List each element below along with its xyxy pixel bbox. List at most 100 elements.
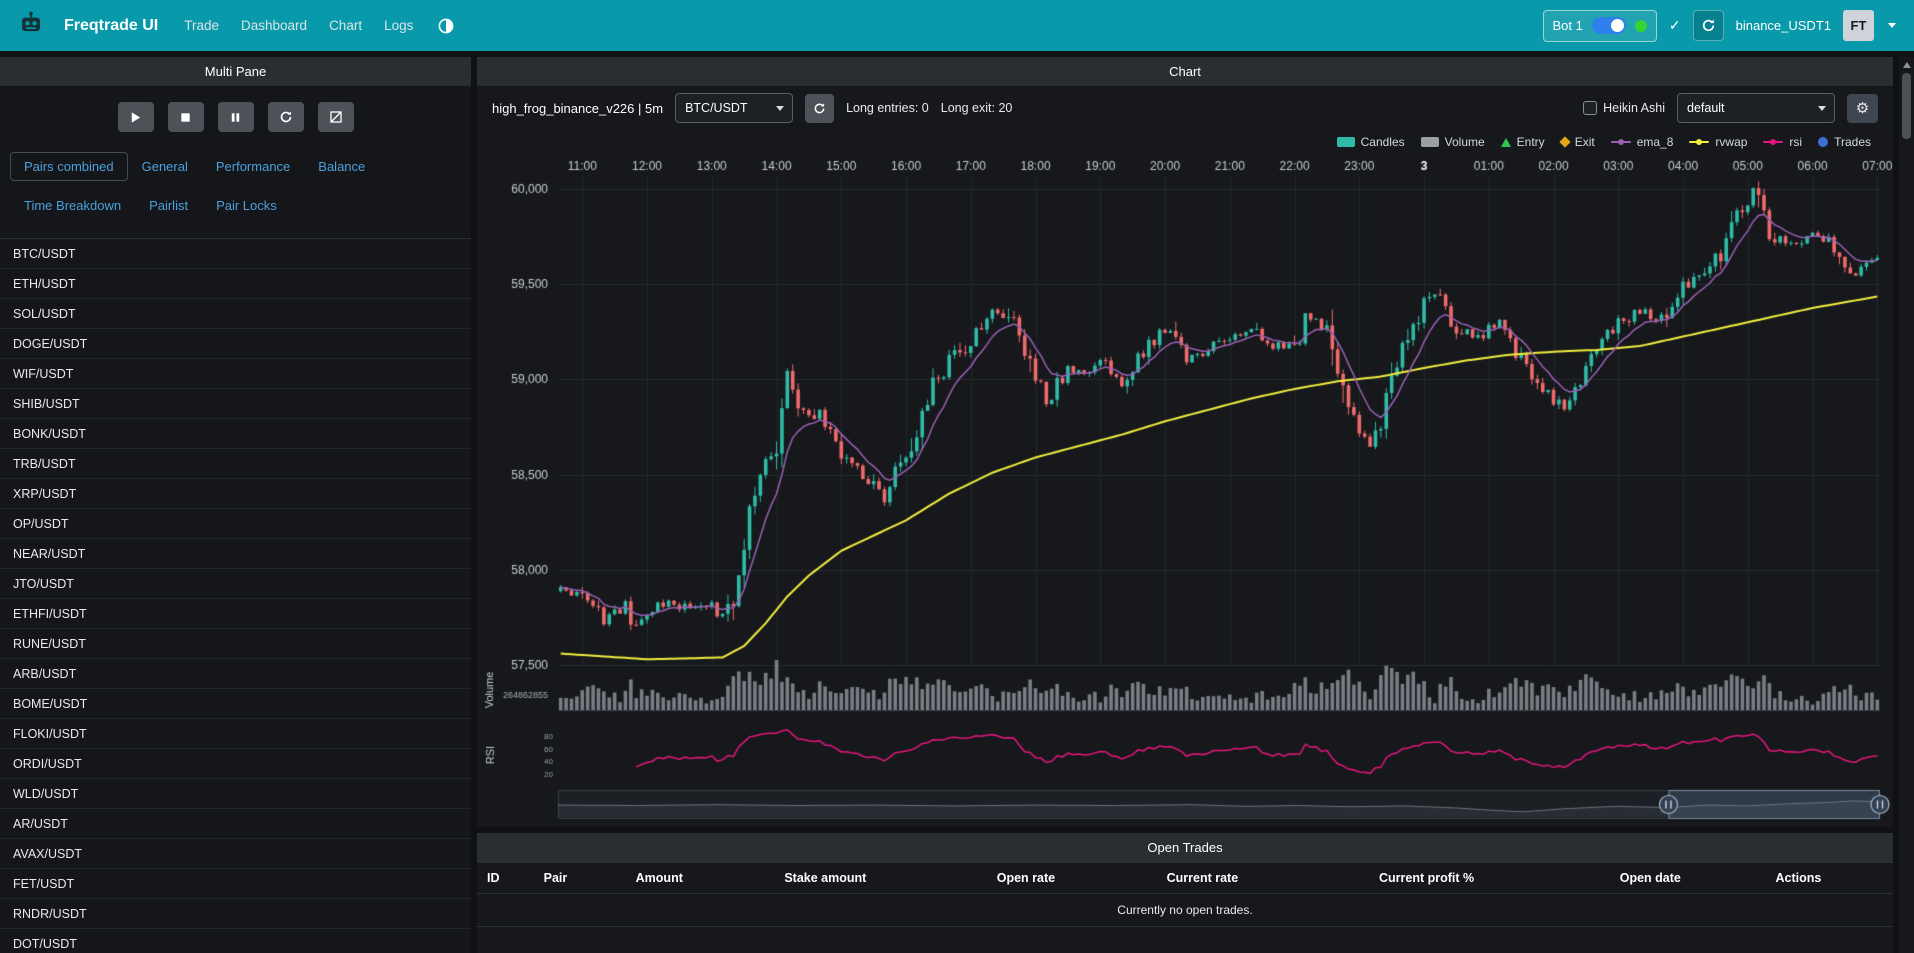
page-scrollbar[interactable] xyxy=(1899,57,1914,953)
bot-online-toggle[interactable] xyxy=(1592,17,1626,34)
open-trades-header-row: IDPairAmountStake amountOpen rateCurrent… xyxy=(477,863,1893,894)
pair-list: BTC/USDTETH/USDTSOL/USDTDOGE/USDTWIF/USD… xyxy=(0,238,471,953)
pair-row[interactable]: SOL/USDT xyxy=(0,299,471,329)
legend-label: Candles xyxy=(1361,135,1405,149)
tab-balance[interactable]: Balance xyxy=(304,152,379,181)
tab-general[interactable]: General xyxy=(128,152,202,181)
pair-row[interactable]: JTO/USDT xyxy=(0,569,471,599)
pair-row[interactable]: ETH/USDT xyxy=(0,269,471,299)
column-header-current-profit-: Current profit % xyxy=(1369,863,1610,894)
pair-row[interactable]: WLD/USDT xyxy=(0,779,471,809)
clear-chart-button[interactable] xyxy=(318,102,354,132)
stop-icon xyxy=(179,111,192,124)
open-trades-panel: Open Trades IDPairAmountStake amountOpen… xyxy=(477,833,1893,953)
tab-pairlist[interactable]: Pairlist xyxy=(135,191,202,220)
brand-title[interactable]: Freqtrade UI xyxy=(64,17,158,35)
tab-time-breakdown[interactable]: Time Breakdown xyxy=(10,191,135,220)
exchange-label: binance_USDT1 xyxy=(1736,18,1831,33)
open-trades-table: IDPairAmountStake amountOpen rateCurrent… xyxy=(477,862,1893,894)
pair-row[interactable]: BOME/USDT xyxy=(0,689,471,719)
column-header-actions: Actions xyxy=(1765,863,1893,894)
no-open-trades-message: Currently no open trades. xyxy=(477,894,1893,927)
plot-config-select[interactable]: default xyxy=(1677,93,1835,123)
price-chart-canvas[interactable] xyxy=(477,154,1893,827)
legend-item-rvwap[interactable]: rvwap xyxy=(1689,135,1747,149)
nav-link-dashboard[interactable]: Dashboard xyxy=(241,18,307,33)
legend-item-entry[interactable]: Entry xyxy=(1501,135,1545,149)
clear-chart-icon xyxy=(329,110,343,124)
nav-link-trade[interactable]: Trade xyxy=(184,18,219,33)
bot-selector[interactable]: Bot 1 xyxy=(1543,10,1657,42)
tab-performance[interactable]: Performance xyxy=(202,152,304,181)
entry-legend-marker-icon xyxy=(1501,138,1511,147)
pair-row[interactable]: FLOKI/USDT xyxy=(0,719,471,749)
legend-item-ema-8[interactable]: ema_8 xyxy=(1611,135,1674,149)
pair-row[interactable]: ARB/USDT xyxy=(0,659,471,689)
reload-bot-button[interactable] xyxy=(1693,10,1724,41)
candles-legend-marker-icon xyxy=(1337,137,1355,147)
pair-row[interactable]: WIF/USDT xyxy=(0,359,471,389)
pair-row[interactable]: SHIB/USDT xyxy=(0,389,471,419)
pair-row[interactable]: FET/USDT xyxy=(0,869,471,899)
legend-item-rsi[interactable]: rsi xyxy=(1763,135,1802,149)
refresh-button[interactable] xyxy=(268,102,304,132)
pair-row[interactable]: ETHFI/USDT xyxy=(0,599,471,629)
toggle-knob xyxy=(1611,19,1624,32)
pair-row[interactable]: ORDI/USDT xyxy=(0,749,471,779)
bot-check-icon: ✓ xyxy=(1669,17,1681,34)
scroll-up-icon[interactable] xyxy=(1903,62,1911,68)
legend-item-candles[interactable]: Candles xyxy=(1337,135,1405,149)
heikin-ashi-checkbox[interactable] xyxy=(1583,101,1597,115)
theme-toggle-icon[interactable] xyxy=(437,17,455,35)
trades-legend-marker-icon xyxy=(1818,137,1828,147)
ema_8-legend-marker-icon xyxy=(1611,137,1631,147)
pair-row[interactable]: BTC/USDT xyxy=(0,239,471,269)
plot-config-select-wrap: default xyxy=(1677,93,1835,123)
pair-row[interactable]: XRP/USDT xyxy=(0,479,471,509)
nav-link-logs[interactable]: Logs xyxy=(384,18,413,33)
pair-row[interactable]: AVAX/USDT xyxy=(0,839,471,869)
column-header-id: ID xyxy=(477,863,534,894)
pair-row[interactable]: RUNE/USDT xyxy=(0,629,471,659)
pair-row[interactable]: BONK/USDT xyxy=(0,419,471,449)
column-header-stake-amount: Stake amount xyxy=(774,863,986,894)
user-avatar[interactable]: FT xyxy=(1843,10,1874,41)
plot-settings-button[interactable]: ⚙ xyxy=(1847,94,1878,123)
refresh-icon xyxy=(813,102,826,115)
strategy-label: high_frog_binance_v226 | 5m xyxy=(492,101,663,116)
rsi-legend-marker-icon xyxy=(1763,137,1783,147)
pair-select[interactable]: BTC/USDT xyxy=(675,93,793,123)
nav-link-chart[interactable]: Chart xyxy=(329,18,362,33)
play-button[interactable] xyxy=(118,102,154,132)
pair-row[interactable]: TRB/USDT xyxy=(0,449,471,479)
heikin-ashi-control[interactable]: Heikin Ashi xyxy=(1583,101,1665,115)
stop-button[interactable] xyxy=(168,102,204,132)
column-header-current-rate: Current rate xyxy=(1157,863,1369,894)
chart-refresh-button[interactable] xyxy=(805,94,834,123)
pair-row[interactable]: AR/USDT xyxy=(0,809,471,839)
pair-row[interactable]: RNDR/USDT xyxy=(0,899,471,929)
pause-button[interactable] xyxy=(218,102,254,132)
tab-pair-locks[interactable]: Pair Locks xyxy=(202,191,291,220)
pair-row[interactable]: DOT/USDT xyxy=(0,929,471,953)
column-header-amount: Amount xyxy=(626,863,775,894)
tab-pairs-combined[interactable]: Pairs combined xyxy=(10,152,128,181)
chart-panel: Chart high_frog_binance_v226 | 5m BTC/US… xyxy=(477,57,1893,827)
pair-row[interactable]: NEAR/USDT xyxy=(0,539,471,569)
refresh-icon xyxy=(279,110,293,124)
legend-item-volume[interactable]: Volume xyxy=(1421,135,1485,149)
pair-row[interactable]: OP/USDT xyxy=(0,509,471,539)
legend-label: Volume xyxy=(1445,135,1485,149)
chart-toolbar: high_frog_binance_v226 | 5m BTC/USDT Lon… xyxy=(477,86,1893,130)
pair-row[interactable]: DOGE/USDT xyxy=(0,329,471,359)
nav-links: Trade Dashboard Chart Logs xyxy=(184,18,413,33)
user-menu-caret-icon[interactable] xyxy=(1888,23,1896,28)
exit-legend-marker-icon xyxy=(1559,136,1570,147)
rvwap-legend-marker-icon xyxy=(1689,137,1709,147)
legend-item-exit[interactable]: Exit xyxy=(1561,135,1595,149)
pair-select-wrap: BTC/USDT xyxy=(675,93,793,123)
freqtrade-logo-icon xyxy=(18,10,44,41)
chart-panel-title: Chart xyxy=(477,57,1893,86)
legend-item-trades[interactable]: Trades xyxy=(1818,135,1871,149)
scrollbar-thumb[interactable] xyxy=(1902,73,1911,139)
